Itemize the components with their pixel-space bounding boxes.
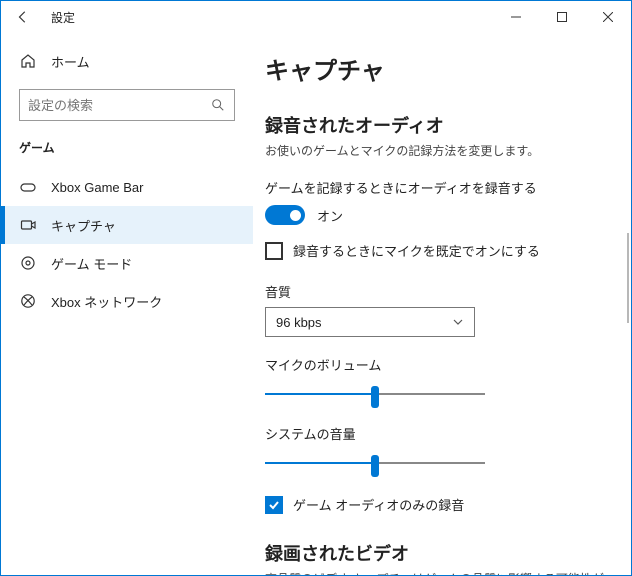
- home-icon: [19, 53, 37, 69]
- capture-icon: [19, 217, 37, 233]
- home-label: ホーム: [51, 52, 90, 71]
- search-input[interactable]: [28, 98, 210, 113]
- maximize-icon: [557, 12, 567, 22]
- close-icon: [603, 12, 613, 22]
- toggle-state-label: オン: [317, 206, 343, 225]
- sidebar-item-gamemode[interactable]: ゲーム モード: [1, 244, 253, 282]
- video-desc: 高品質のビデオ キャプチャはゲームの品質に影響する可能性があります。: [265, 570, 607, 575]
- quality-value: 96 kbps: [276, 315, 322, 330]
- gamemode-icon: [19, 255, 37, 271]
- quality-label: 音質: [265, 282, 607, 301]
- search-icon: [210, 98, 226, 112]
- sidebar-item-capture[interactable]: キャプチャ: [1, 206, 253, 244]
- sidebar-item-label: Xbox Game Bar: [51, 180, 144, 195]
- sidebar-item-label: キャプチャ: [51, 216, 116, 235]
- gamebar-icon: [19, 179, 37, 195]
- sidebar: ホーム ゲーム Xbox Game Bar: [1, 33, 253, 575]
- video-heading: 録画されたビデオ: [265, 540, 607, 566]
- audio-heading: 録音されたオーディオ: [265, 112, 607, 138]
- search-box[interactable]: [19, 89, 235, 121]
- mic-volume-label: マイクのボリューム: [265, 355, 607, 374]
- game-audio-only-checkbox[interactable]: [265, 496, 283, 514]
- sidebar-item-xboxnetwork[interactable]: Xbox ネットワーク: [1, 282, 253, 320]
- close-button[interactable]: [585, 1, 631, 33]
- sidebar-item-label: ゲーム モード: [51, 254, 132, 273]
- page-title: キャプチャ: [265, 51, 607, 86]
- system-volume-label: システムの音量: [265, 424, 607, 443]
- minimize-icon: [511, 12, 521, 22]
- home-link[interactable]: ホーム: [19, 43, 235, 79]
- xbox-icon: [19, 293, 37, 309]
- record-audio-toggle[interactable]: [265, 205, 305, 225]
- mic-default-label: 録音するときにマイクを既定でオンにする: [293, 241, 540, 260]
- titlebar: 設定: [1, 1, 631, 33]
- mic-default-checkbox[interactable]: [265, 242, 283, 260]
- window-title: 設定: [51, 9, 75, 26]
- maximize-button[interactable]: [539, 1, 585, 33]
- sidebar-item-label: Xbox ネットワーク: [51, 292, 162, 311]
- settings-window: 設定 ホーム: [0, 0, 632, 576]
- arrow-left-icon: [16, 10, 30, 24]
- mic-volume-slider[interactable]: [265, 382, 485, 406]
- sidebar-item-gamebar[interactable]: Xbox Game Bar: [1, 168, 253, 206]
- content-panel: キャプチャ 録音されたオーディオ お使いのゲームとマイクの記録方法を変更します。…: [253, 33, 631, 575]
- audio-desc: お使いのゲームとマイクの記録方法を変更します。: [265, 142, 607, 160]
- sidebar-nav: Xbox Game Bar キャプチャ ゲーム モード: [1, 168, 253, 320]
- quality-select[interactable]: 96 kbps: [265, 307, 475, 337]
- game-audio-only-label: ゲーム オーディオのみの録音: [293, 495, 464, 514]
- minimize-button[interactable]: [493, 1, 539, 33]
- chevron-down-icon: [452, 316, 464, 328]
- back-button[interactable]: [9, 3, 37, 31]
- record-audio-label: ゲームを記録するときにオーディオを録音する: [265, 178, 607, 197]
- system-volume-slider[interactable]: [265, 451, 485, 475]
- scrollbar[interactable]: [627, 233, 629, 323]
- sidebar-section-title: ゲーム: [19, 139, 235, 156]
